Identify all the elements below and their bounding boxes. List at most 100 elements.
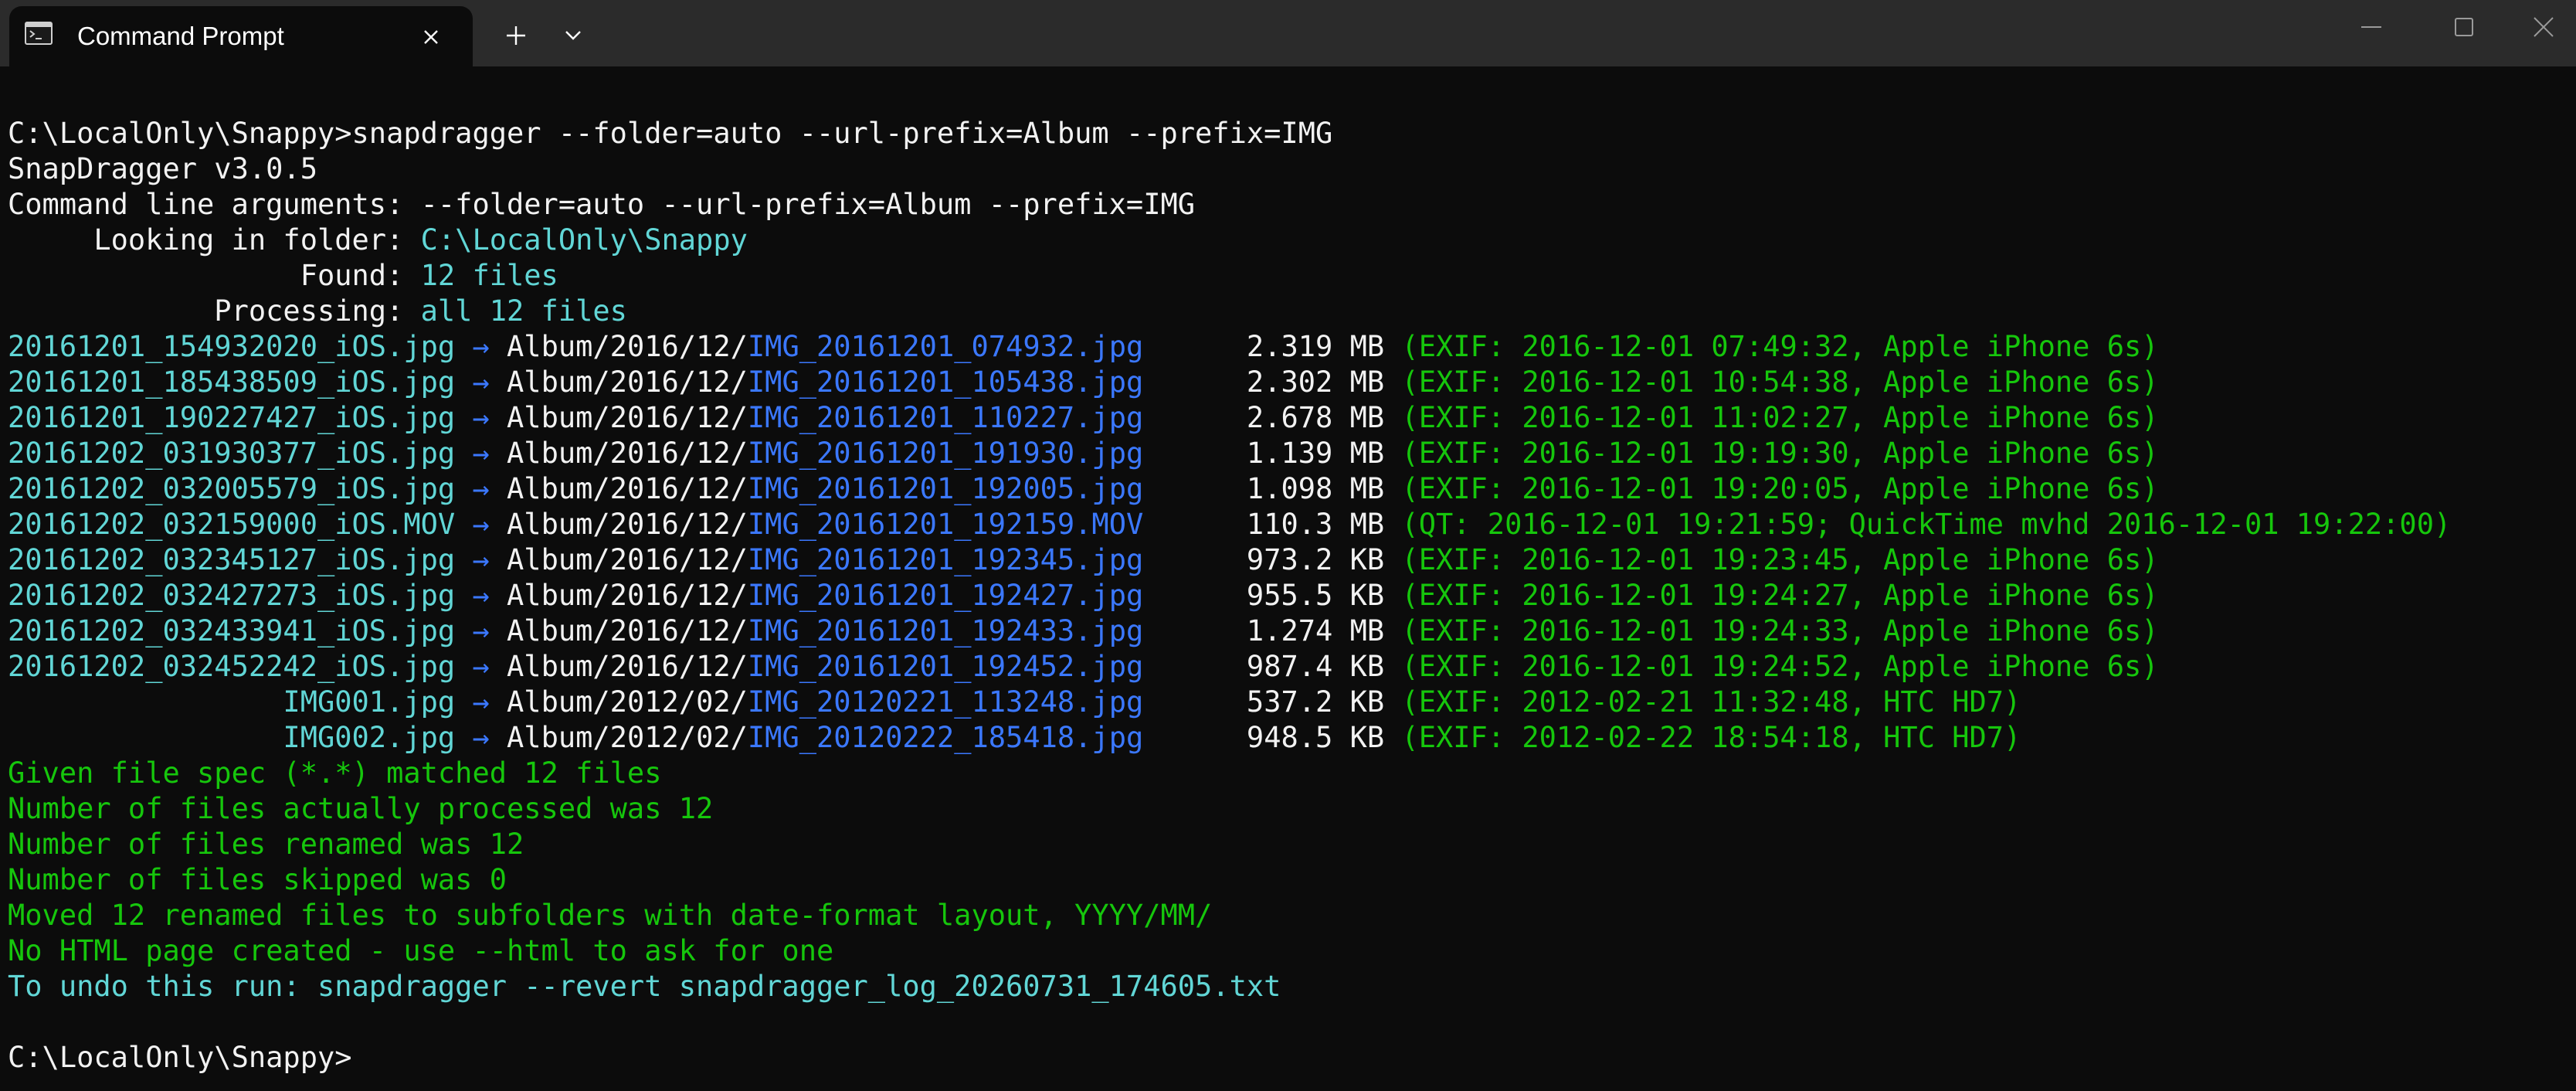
source-filename: 20161202_032005579_iOS.jpg [8,472,456,505]
row-indent [8,721,283,754]
file-metadata: (EXIF: 2016-12-01 19:24:27, Apple iPhone… [1401,579,2159,612]
prompt-text: C:\LocalOnly\Snappy> [8,117,352,150]
file-metadata: (EXIF: 2016-12-01 11:02:27, Apple iPhone… [1401,401,2159,434]
final-prompt-line: C:\LocalOnly\Snappy> [8,1040,2572,1076]
undo-line: To undo this run: snapdragger --revert s… [8,969,2572,1004]
minimize-icon[interactable] [2325,0,2418,54]
target-filename: IMG_20120222_185418.jpg [747,721,1144,754]
arrow-icon: → [472,614,490,647]
target-folder: Album/2016/12/ [507,579,748,612]
looking-line: Looking in folder: C:\LocalOnly\Snappy [8,223,2572,258]
file-row: 20161202_032159000_iOS.MOV → Album/2016/… [8,507,2572,542]
file-size: 1.139 MB [1246,437,1385,470]
target-folder: Album/2016/12/ [507,508,748,541]
summary-line: Number of files renamed was 12 [8,827,2572,862]
maximize-icon[interactable] [2418,0,2510,54]
target-filename: IMG_20161201_192433.jpg [747,614,1144,647]
new-tab-plus-icon[interactable] [497,17,535,54]
target-folder: Album/2016/12/ [507,401,748,434]
target-filename: IMG_20161201_192452.jpg [747,650,1144,683]
target-folder: Album/2016/12/ [507,330,748,363]
file-size: 987.4 KB [1246,650,1385,683]
file-metadata: (EXIF: 2016-12-01 07:49:32, Apple iPhone… [1401,330,2159,363]
target-folder: Album/2016/12/ [507,650,748,683]
target-filename: IMG_20161201_192005.jpg [747,472,1144,505]
file-metadata: (EXIF: 2016-12-01 19:24:33, Apple iPhone… [1401,614,2159,647]
target-filename: IMG_20161201_192159.MOV [747,508,1144,541]
arrow-icon: → [472,401,490,434]
file-row: 20161202_032433941_iOS.jpg → Album/2016/… [8,613,2572,649]
file-metadata: (EXIF: 2016-12-01 19:19:30, Apple iPhone… [1401,437,2159,470]
source-filename: 20161202_032452242_iOS.jpg [8,650,456,683]
file-row: 20161202_032427273_iOS.jpg → Album/2016/… [8,578,2572,613]
source-filename: 20161202_031930377_iOS.jpg [8,437,456,470]
target-folder: Album/2016/12/ [507,437,748,470]
file-metadata: (EXIF: 2012-02-21 11:32:48, HTC HD7) [1401,685,2021,719]
source-filename: 20161202_032159000_iOS.MOV [8,508,456,541]
command-text: snapdragger --folder=auto --url-prefix=A… [351,117,1333,150]
version-line: SnapDragger v3.0.5 [8,151,2572,187]
close-icon[interactable] [2510,0,2576,54]
source-filename: 20161201_185438509_iOS.jpg [8,365,456,399]
found-value: 12 files [420,259,558,292]
file-metadata: (EXIF: 2016-12-01 19:20:05, Apple iPhone… [1401,472,2159,505]
target-filename: IMG_20161201_074932.jpg [747,330,1144,363]
looking-label: Looking in folder: [8,223,421,257]
file-metadata: (EXIF: 2016-12-01 19:24:52, Apple iPhone… [1401,650,2159,683]
file-size: 2.678 MB [1246,401,1385,434]
file-row: 20161201_190227427_iOS.jpg → Album/2016/… [8,400,2572,436]
arrow-icon: → [472,721,490,754]
target-filename: IMG_20161201_105438.jpg [747,365,1144,399]
file-size: 2.302 MB [1246,365,1385,399]
file-row: IMG001.jpg → Album/2012/02/IMG_20120221_… [8,685,2572,720]
target-folder: Album/2016/12/ [507,614,748,647]
target-folder: Album/2016/12/ [507,365,748,399]
target-filename: IMG_20161201_192345.jpg [747,543,1144,576]
summary-line: Moved 12 renamed files to subfolders wit… [8,898,2572,933]
tab-command-prompt[interactable]: Command Prompt [9,6,473,66]
tab-close-icon[interactable] [414,20,448,54]
command-line: C:\LocalOnly\Snappy>snapdragger --folder… [8,116,2572,151]
terminal-output[interactable]: C:\LocalOnly\Snappy>snapdragger --folder… [8,116,2572,1076]
terminal-icon [25,22,53,45]
final-prompt: C:\LocalOnly\Snappy> [8,1041,352,1074]
summary-line: No HTML page created - use --html to ask… [8,933,2572,969]
summary-line: Given file spec (*.*) matched 12 files [8,756,2572,791]
file-row: IMG002.jpg → Album/2012/02/IMG_20120222_… [8,720,2572,756]
file-metadata: (EXIF: 2012-02-22 18:54:18, HTC HD7) [1401,721,2021,754]
target-filename: IMG_20161201_110227.jpg [747,401,1144,434]
file-list: 20161201_154932020_iOS.jpg → Album/2016/… [8,329,2572,756]
source-filename: 20161202_032433941_iOS.jpg [8,614,456,647]
chevron-down-icon[interactable] [555,17,592,54]
file-size: 948.5 KB [1246,721,1385,754]
file-row: 20161202_032452242_iOS.jpg → Album/2016/… [8,649,2572,685]
source-filename: 20161201_190227427_iOS.jpg [8,401,456,434]
